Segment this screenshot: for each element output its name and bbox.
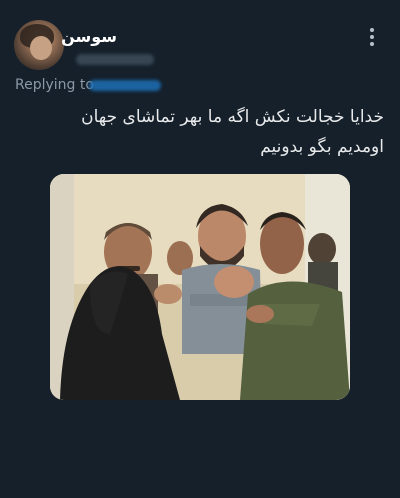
author-name[interactable]: سوسن: [61, 27, 117, 46]
avatar[interactable]: [14, 20, 64, 70]
replying-to-handle-redacted[interactable]: [89, 80, 161, 91]
tweet-text: خدایا خجالت نکش اگه ما بهر تماشای جهان ا…: [24, 102, 384, 162]
tweet-header: سوسن: [0, 0, 400, 80]
tweet-text-line-1: خدایا خجالت نکش اگه ما بهر تماشای جهان: [81, 107, 384, 127]
more-vertical-icon[interactable]: [364, 28, 380, 48]
avatar-face: [30, 36, 52, 60]
tweet-text-line-2: اومدیم بگو بدونیم: [260, 137, 384, 157]
author-handle-redacted: [76, 54, 154, 65]
replying-to-label: Replying to: [15, 77, 94, 93]
tweet-photo[interactable]: [50, 174, 350, 400]
